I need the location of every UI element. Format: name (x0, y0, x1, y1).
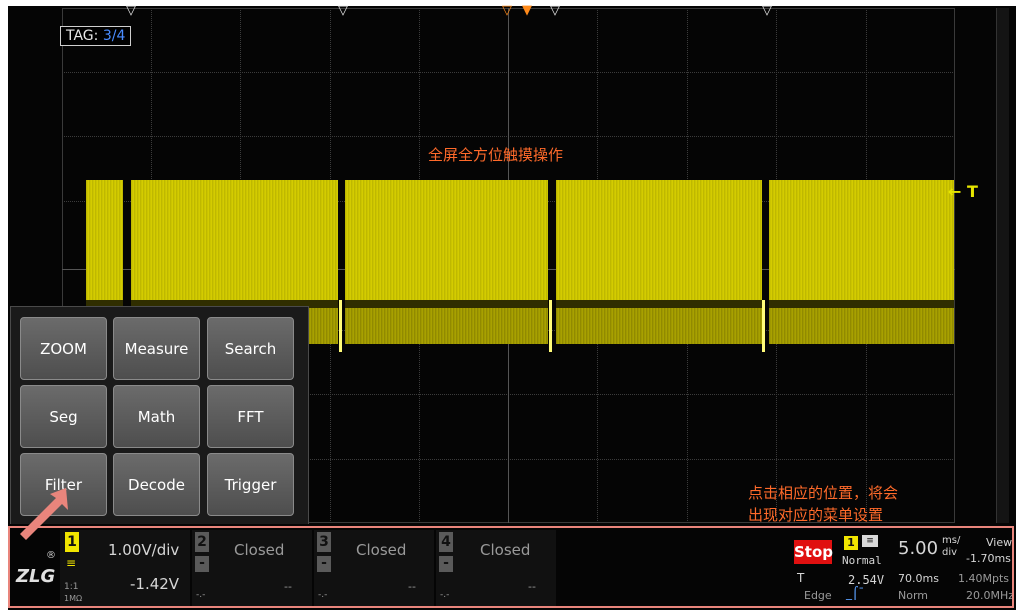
trigger-button[interactable]: Trigger (207, 453, 294, 516)
annotation-touch: 全屏全方位触摸操作 (428, 146, 564, 164)
sample-rate: 20.0MHz (966, 589, 1015, 602)
ch1-impedance: 1MΩ (64, 594, 83, 603)
trigger-delay[interactable]: 70.0ms (898, 572, 939, 585)
waveform-segment (769, 180, 954, 350)
ch4-state[interactable]: Closed (480, 541, 530, 559)
ch1-probe-ratio: 1:1 (64, 582, 79, 592)
timebase-unit-bottom: div (942, 547, 958, 558)
ch3-minus: - (317, 556, 331, 572)
trigger-level[interactable]: 2.54V (848, 573, 884, 587)
ch4-value: -- (528, 580, 536, 593)
ch2-minus: - (195, 556, 209, 572)
waveform-edge (549, 300, 552, 352)
ch4-sub: -.- (440, 590, 450, 600)
ch2-number: 2 (195, 532, 209, 552)
run-stop-button[interactable]: Stop (794, 540, 833, 564)
math-button[interactable]: Math (113, 385, 200, 448)
search-button[interactable]: Search (207, 317, 294, 380)
ch3-state[interactable]: Closed (356, 541, 406, 559)
timebase-value[interactable]: 5.00 (898, 538, 938, 559)
ch2-sub: -.- (196, 590, 206, 600)
tag-marker-icon[interactable]: ▽ (550, 4, 560, 17)
rising-edge-icon: _⌠¯ (846, 586, 865, 600)
trigger-letter: T (797, 571, 805, 585)
ch2-value: -- (284, 580, 292, 593)
waveform-edge (339, 300, 342, 352)
waveform-edge (762, 300, 765, 352)
ch4-number: 4 (439, 532, 453, 552)
annotation-menu-line1: 点击相应的位置，将会 (748, 484, 899, 502)
ch4-minus: - (439, 556, 453, 572)
waveform-segment (556, 180, 762, 350)
tag-marker-icon[interactable]: ▽ (762, 4, 772, 17)
trigger-coupling-icon: ≡ (862, 535, 878, 547)
tag-counter[interactable]: TAG: 3/4 (60, 26, 132, 46)
ch1-scale[interactable]: 1.00V/div (108, 541, 179, 559)
view-value[interactable]: -1.70ms (966, 552, 1011, 565)
ch1-offset[interactable]: -1.42V (130, 575, 179, 593)
trigger-mode[interactable]: Normal (842, 554, 882, 567)
memory-depth[interactable]: 1.40Mpts (958, 572, 1009, 585)
tag-marker-icon[interactable]: ▽ (126, 4, 136, 17)
trigger-source[interactable]: 1 (844, 536, 858, 550)
waveform-segment (345, 180, 548, 350)
pointer-arrow-icon (20, 488, 68, 540)
tag-marker-icon[interactable]: ▽ (338, 4, 348, 17)
ch2-state[interactable]: Closed (234, 541, 284, 559)
ch1-coupling-dc-icon: ≡ (66, 556, 77, 570)
right-scroll-strip[interactable] (996, 8, 1009, 523)
ch3-sub: -.- (318, 590, 328, 600)
view-position-marker-icon[interactable]: ▼ (522, 4, 532, 17)
timebase-unit-top: ms/ (942, 535, 961, 546)
seg-button[interactable]: Seg (20, 385, 107, 448)
trigger-position-marker-icon[interactable]: ▽ (502, 4, 512, 17)
measure-button[interactable]: Measure (113, 317, 200, 380)
trigger-level-marker[interactable]: ← T (948, 182, 978, 201)
tag-value: 3/4 (102, 28, 126, 44)
ch3-value: -- (408, 580, 416, 593)
acquisition-mode[interactable]: Norm (898, 589, 928, 602)
view-label: View (986, 536, 1013, 549)
ch3-number: 3 (317, 532, 331, 552)
tag-label: TAG: (66, 28, 99, 44)
fft-button[interactable]: FFT (207, 385, 294, 448)
registered-icon: ® (46, 550, 56, 561)
annotation-menu-line2: 出现对应的菜单设置 (748, 506, 884, 524)
trigger-type[interactable]: Edge (804, 589, 832, 602)
zoom-button[interactable]: ZOOM (20, 317, 107, 380)
decode-button[interactable]: Decode (113, 453, 200, 516)
zlg-logo[interactable]: ZLG (16, 566, 55, 587)
